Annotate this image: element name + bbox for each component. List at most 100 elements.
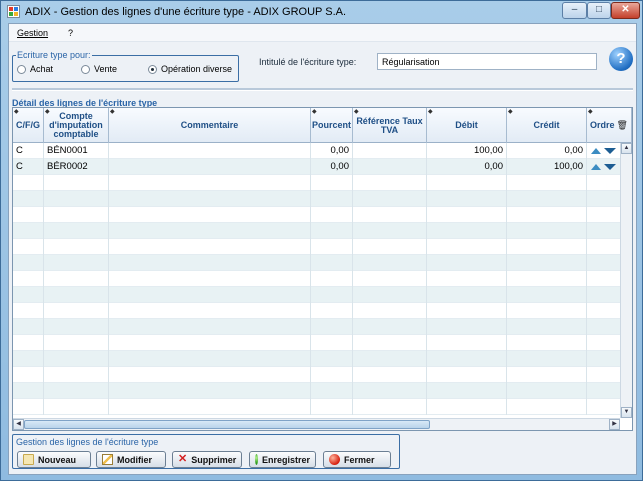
radio-operation-diverse-circle[interactable] [148, 64, 157, 74]
empty-cell[interactable] [311, 191, 353, 207]
empty-cell[interactable] [507, 303, 587, 319]
move-down-icon[interactable] [604, 148, 616, 154]
empty-cell[interactable] [427, 303, 507, 319]
table-row[interactable]: C BÉR0002 0,00 0,00 100,00 [13, 159, 632, 175]
empty-cell[interactable] [427, 239, 507, 255]
cell-commentaire[interactable] [109, 143, 311, 159]
radio-operation-diverse[interactable]: Opération diverse [148, 64, 232, 74]
empty-row[interactable] [13, 175, 632, 191]
empty-cell[interactable] [13, 319, 44, 335]
cell-credit[interactable]: 100,00 [507, 159, 587, 175]
empty-cell[interactable] [507, 335, 587, 351]
empty-cell[interactable] [44, 223, 109, 239]
empty-cell[interactable] [44, 319, 109, 335]
libelle-input[interactable] [377, 53, 597, 70]
radio-vente[interactable]: Vente [81, 64, 117, 74]
empty-cell[interactable] [311, 255, 353, 271]
radio-vente-circle[interactable] [81, 64, 90, 74]
menu-gestion[interactable]: Gestion [17, 28, 48, 38]
move-down-icon[interactable] [604, 164, 616, 170]
empty-cell[interactable] [353, 239, 427, 255]
empty-cell[interactable] [109, 399, 311, 415]
vertical-scrollbar[interactable]: ▲ ▼ [620, 143, 632, 418]
empty-row[interactable] [13, 207, 632, 223]
fermer-button[interactable]: Fermer [323, 451, 391, 468]
empty-cell[interactable] [353, 175, 427, 191]
empty-row[interactable] [13, 367, 632, 383]
empty-cell[interactable] [353, 399, 427, 415]
empty-cell[interactable] [13, 255, 44, 271]
empty-cell[interactable] [507, 255, 587, 271]
empty-cell[interactable] [109, 383, 311, 399]
empty-cell[interactable] [311, 383, 353, 399]
empty-cell[interactable] [109, 223, 311, 239]
empty-cell[interactable] [507, 239, 587, 255]
empty-cell[interactable] [44, 351, 109, 367]
menu-help[interactable]: ? [68, 28, 73, 38]
empty-cell[interactable] [44, 287, 109, 303]
empty-cell[interactable] [427, 255, 507, 271]
empty-cell[interactable] [109, 175, 311, 191]
empty-row[interactable] [13, 255, 632, 271]
column-header-tva[interactable]: ◆ Référence Taux TVA [353, 108, 427, 143]
move-up-icon[interactable] [591, 164, 601, 170]
empty-cell[interactable] [13, 367, 44, 383]
empty-cell[interactable] [311, 303, 353, 319]
empty-cell[interactable] [427, 175, 507, 191]
cell-commentaire[interactable] [109, 159, 311, 175]
empty-cell[interactable] [109, 255, 311, 271]
detail-grid[interactable]: ◆ C/F/G ◆ Compte d'imputation comptable ◆ C… [12, 107, 633, 431]
empty-row[interactable] [13, 271, 632, 287]
empty-cell[interactable] [353, 351, 427, 367]
cell-debit[interactable]: 0,00 [427, 159, 507, 175]
empty-row[interactable] [13, 191, 632, 207]
empty-cell[interactable] [44, 335, 109, 351]
table-row[interactable]: C BÉN0001 0,00 100,00 0,00 [13, 143, 632, 159]
empty-cell[interactable] [427, 319, 507, 335]
empty-cell[interactable] [427, 191, 507, 207]
empty-cell[interactable] [44, 239, 109, 255]
empty-cell[interactable] [507, 175, 587, 191]
empty-cell[interactable] [13, 207, 44, 223]
empty-cell[interactable] [427, 287, 507, 303]
scroll-left-icon[interactable]: ◀ [13, 419, 24, 430]
empty-cell[interactable] [427, 223, 507, 239]
empty-cell[interactable] [507, 367, 587, 383]
empty-cell[interactable] [353, 335, 427, 351]
empty-cell[interactable] [427, 335, 507, 351]
scroll-right-icon[interactable]: ▶ [609, 419, 620, 430]
empty-cell[interactable] [13, 303, 44, 319]
empty-cell[interactable] [353, 271, 427, 287]
scroll-down-icon[interactable]: ▼ [621, 407, 632, 418]
empty-cell[interactable] [44, 207, 109, 223]
column-header-cfg[interactable]: ◆ C/F/G [13, 108, 44, 143]
empty-cell[interactable] [44, 399, 109, 415]
empty-cell[interactable] [109, 287, 311, 303]
empty-cell[interactable] [507, 207, 587, 223]
cell-credit[interactable]: 0,00 [507, 143, 587, 159]
modifier-button[interactable]: Modifier [96, 451, 166, 468]
empty-cell[interactable] [427, 383, 507, 399]
nouveau-button[interactable]: Nouveau [17, 451, 91, 468]
empty-row[interactable] [13, 351, 632, 367]
empty-cell[interactable] [353, 383, 427, 399]
column-header-ordre[interactable]: ◆ Ordre 🗑 [587, 108, 632, 143]
cell-pourcent[interactable]: 0,00 [311, 159, 353, 175]
empty-cell[interactable] [13, 383, 44, 399]
empty-cell[interactable] [311, 223, 353, 239]
cell-tva[interactable] [353, 159, 427, 175]
empty-cell[interactable] [109, 351, 311, 367]
empty-cell[interactable] [13, 351, 44, 367]
empty-cell[interactable] [427, 271, 507, 287]
empty-cell[interactable] [44, 383, 109, 399]
empty-cell[interactable] [353, 207, 427, 223]
empty-cell[interactable] [507, 383, 587, 399]
empty-cell[interactable] [311, 239, 353, 255]
empty-cell[interactable] [427, 399, 507, 415]
empty-cell[interactable] [427, 367, 507, 383]
horizontal-scrollbar[interactable]: ◀ ▶ [13, 418, 620, 430]
empty-row[interactable] [13, 287, 632, 303]
empty-row[interactable] [13, 335, 632, 351]
close-button[interactable]: ✕ [611, 2, 640, 19]
empty-cell[interactable] [13, 239, 44, 255]
